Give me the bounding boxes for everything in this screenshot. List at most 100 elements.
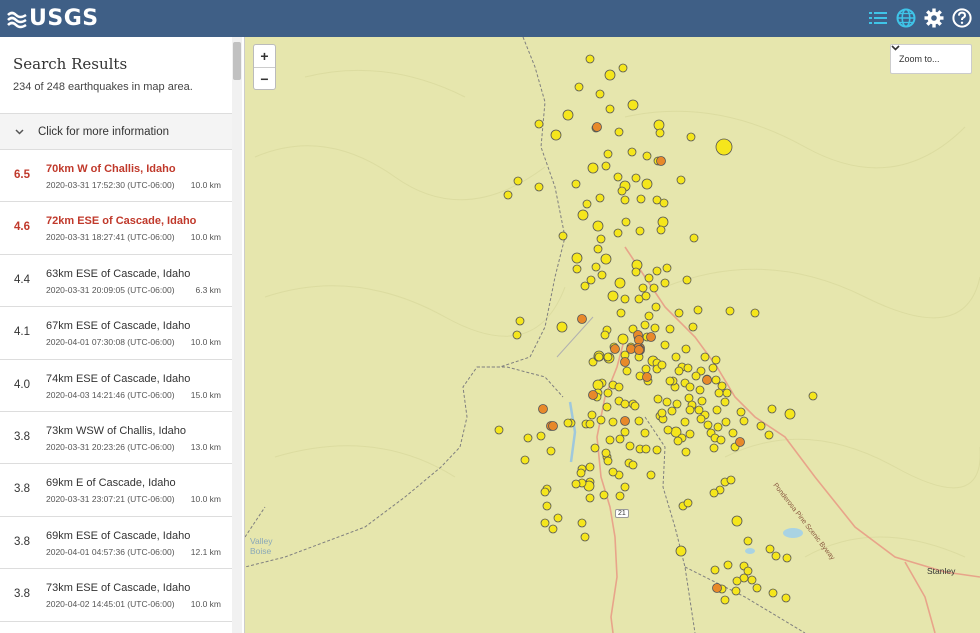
list-icon[interactable] <box>868 7 888 29</box>
earthquake-marker[interactable] <box>652 266 662 276</box>
earthquake-marker[interactable] <box>620 416 630 426</box>
earthquake-marker[interactable] <box>536 431 546 441</box>
earthquake-row[interactable]: 4.1 67km ESE of Cascade, Idaho 2020-04-01 … <box>0 307 232 360</box>
earthquake-marker[interactable] <box>614 382 624 392</box>
earthquake-marker[interactable] <box>694 405 704 415</box>
earthquake-row[interactable]: 3.8 69km E of Cascade, Idaho 2020-03-31 23… <box>0 464 232 517</box>
earthquake-marker[interactable] <box>712 405 722 415</box>
earthquake-marker[interactable] <box>650 323 660 333</box>
earthquake-marker[interactable] <box>685 405 695 415</box>
earthquake-marker[interactable] <box>672 399 682 409</box>
earthquake-marker[interactable] <box>700 352 710 362</box>
earthquake-marker[interactable] <box>627 147 637 157</box>
earthquake-marker[interactable] <box>756 421 766 431</box>
earthquake-marker[interactable] <box>540 487 550 497</box>
earthquake-marker[interactable] <box>711 375 721 385</box>
earthquake-marker[interactable] <box>657 216 669 228</box>
earthquake-marker[interactable] <box>588 390 598 400</box>
earthquake-marker[interactable] <box>585 54 595 64</box>
earthquake-marker[interactable] <box>655 128 665 138</box>
earthquake-marker[interactable] <box>781 593 791 603</box>
earthquake-marker[interactable] <box>563 418 573 428</box>
earthquake-marker[interactable] <box>620 195 630 205</box>
earthquake-marker[interactable] <box>607 290 619 302</box>
earthquake-marker[interactable] <box>592 379 604 391</box>
earthquake-marker[interactable] <box>735 437 745 447</box>
earthquake-marker[interactable] <box>616 308 626 318</box>
earthquake-marker[interactable] <box>638 283 648 293</box>
earthquake-marker[interactable] <box>600 330 610 340</box>
earthquake-marker[interactable] <box>596 234 606 244</box>
earthquake-marker[interactable] <box>620 482 630 492</box>
earthquake-marker[interactable] <box>571 179 581 189</box>
earthquake-marker[interactable] <box>571 252 583 264</box>
earthquake-marker[interactable] <box>808 391 818 401</box>
earthquake-marker[interactable] <box>593 244 603 254</box>
earthquake-marker[interactable] <box>771 551 781 561</box>
earthquake-marker[interactable] <box>644 311 654 321</box>
earthquake-marker[interactable] <box>582 199 592 209</box>
earthquake-marker[interactable] <box>697 396 707 406</box>
earthquake-marker[interactable] <box>683 363 693 373</box>
earthquake-marker[interactable] <box>651 302 661 312</box>
earthquake-marker[interactable] <box>711 355 721 365</box>
earthquake-marker[interactable] <box>627 99 639 111</box>
earthquake-marker[interactable] <box>765 544 775 554</box>
earthquake-marker[interactable] <box>622 366 632 376</box>
map-view[interactable]: + − Zoom to... Valley Boise Stanley 21 P… <box>245 37 980 633</box>
earthquake-marker[interactable] <box>634 335 644 345</box>
zoom-out-button[interactable]: − <box>254 67 275 89</box>
earthquake-marker[interactable] <box>667 406 677 416</box>
earthquake-marker[interactable] <box>617 333 629 345</box>
help-icon[interactable] <box>952 7 972 29</box>
earthquake-marker[interactable] <box>523 433 533 443</box>
earthquake-marker[interactable] <box>548 524 558 534</box>
earthquake-marker[interactable] <box>659 198 669 208</box>
earthquake-marker[interactable] <box>605 104 615 114</box>
earthquake-marker[interactable] <box>721 417 731 427</box>
earthquake-marker[interactable] <box>621 217 631 227</box>
earthquake-marker[interactable] <box>614 277 626 289</box>
earthquake-marker[interactable] <box>577 209 589 221</box>
earthquake-marker[interactable] <box>641 364 651 374</box>
earthquake-marker[interactable] <box>636 194 646 204</box>
earthquake-row[interactable]: 4.6 72km ESE of Cascade, Idaho 2020-03-31 … <box>0 202 232 255</box>
earthquake-marker[interactable] <box>665 324 675 334</box>
earthquake-marker[interactable] <box>682 275 692 285</box>
earthquake-marker[interactable] <box>693 305 703 315</box>
earthquake-marker[interactable] <box>660 278 670 288</box>
earthquake-marker[interactable] <box>617 186 627 196</box>
earthquake-marker[interactable] <box>713 422 723 432</box>
earthquake-marker[interactable] <box>685 429 695 439</box>
globe-icon[interactable] <box>896 7 916 29</box>
earthquake-marker[interactable] <box>715 138 733 156</box>
earthquake-marker[interactable] <box>513 176 523 186</box>
earthquake-marker[interactable] <box>703 420 713 430</box>
earthquake-marker[interactable] <box>608 467 618 477</box>
earthquake-marker[interactable] <box>540 518 550 528</box>
earthquake-marker[interactable] <box>675 545 687 557</box>
earthquake-row[interactable]: 4.0 74km ESE of Cascade, Idaho 2020-04-03 … <box>0 360 232 412</box>
earthquake-marker[interactable] <box>676 175 686 185</box>
earthquake-marker[interactable] <box>585 493 595 503</box>
earthquake-marker[interactable] <box>726 475 736 485</box>
earthquake-marker[interactable] <box>673 436 683 446</box>
earthquake-marker[interactable] <box>657 360 667 370</box>
earthquake-marker[interactable] <box>674 308 684 318</box>
earthquake-marker[interactable] <box>660 340 670 350</box>
earthquake-marker[interactable] <box>649 283 659 293</box>
earthquake-marker[interactable] <box>585 419 595 429</box>
earthquake-marker[interactable] <box>696 414 706 424</box>
earthquake-marker[interactable] <box>586 275 596 285</box>
earthquake-marker[interactable] <box>680 417 690 427</box>
earthquake-marker[interactable] <box>782 553 792 563</box>
earthquake-marker[interactable] <box>572 264 582 274</box>
earthquake-marker[interactable] <box>646 332 656 342</box>
earthquake-marker[interactable] <box>739 416 749 426</box>
earthquake-marker[interactable] <box>641 444 651 454</box>
earthquake-row[interactable]: 4.4 63km ESE of Cascade, Idaho 2020-03-31 … <box>0 255 232 308</box>
earthquake-marker[interactable] <box>674 366 684 376</box>
earthquake-marker[interactable] <box>603 352 613 362</box>
earthquake-marker[interactable] <box>640 428 650 438</box>
earthquake-marker[interactable] <box>534 182 544 192</box>
